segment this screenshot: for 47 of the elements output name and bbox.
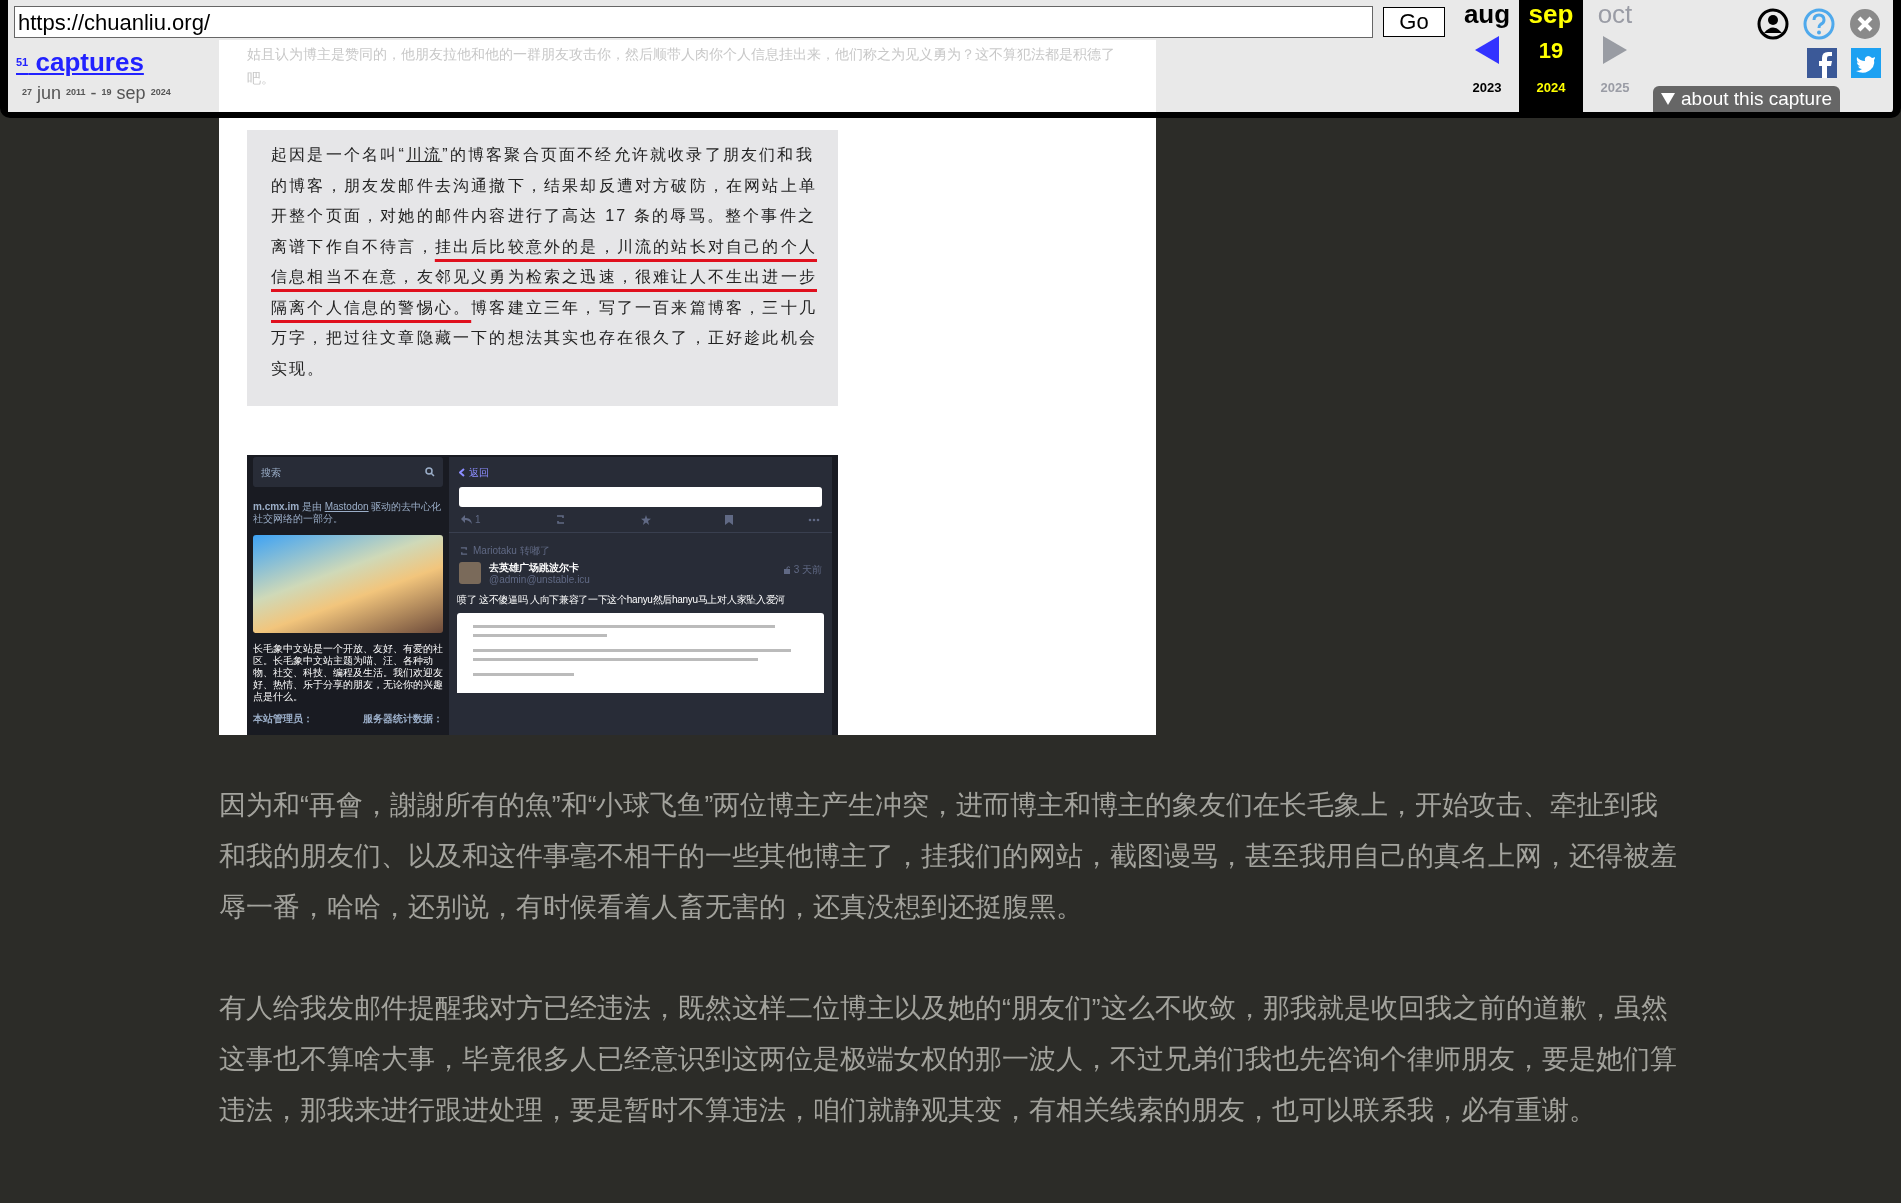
year-label: 2023 [1472,79,1502,97]
month-column[interactable]: aug 2023 [1455,0,1519,112]
link[interactable]: 川流 [405,146,443,163]
go-button[interactable]: Go [1383,7,1445,37]
twitter-icon[interactable] [1851,48,1881,78]
bookmark-icon[interactable] [725,514,734,525]
admin-label: 本站管理员： [253,712,313,726]
month-label: oct [1597,0,1633,28]
reply-icon [461,515,472,524]
user-account-icon[interactable] [1757,8,1789,40]
help-icon[interactable] [1803,8,1835,40]
month-column[interactable]: sep 19 2024 [1519,0,1583,112]
year-label: 2025 [1600,79,1630,97]
search-icon [425,467,435,477]
facebook-icon[interactable] [1807,48,1837,78]
quote-paragraph: 起因是一个名叫“川流”的博客聚合页面不经允许就收录了朋友们和我的博客，朋友发邮件去沟通撤下，结果却反遭对方破防，在网站上单开整个页面，对她的邮件内容进行了高达 17 条的辱骂。整个事件之离谱下作自不待言，挂出后比较意外的是，川流的站长对自己的个人信息相当不在意，友邻见义勇为检索之迅速，很难让人不生出进一步隔离个人信息的警惕心。博客建立三年，写了一百来篇博客，三十几万字，把过往文章隐藏一下的想法其实也存在很久了，正好趁此机会实现。 [271,145,818,379]
caret-down-icon [1661,93,1675,105]
previous-arrow-icon[interactable] [1475,36,1499,64]
stats-label: 服务器统计数据： [363,712,443,726]
back-link[interactable]: 返回 [449,457,832,487]
about-capture-button[interactable]: about this capture [1653,86,1841,112]
more-icon[interactable] [808,517,820,522]
month-label: aug [1463,0,1511,28]
search-field[interactable]: 搜索 [253,457,443,487]
search-placeholder: 搜索 [261,465,281,480]
post-text: 喷了 这不傻逼吗 人向下兼容了一下这个hanyu然后hanyu马上对人家坠入爱河 [456,593,787,607]
day-label: 19 [1538,36,1564,65]
lock-icon [783,565,792,574]
url-field[interactable]: https://chuanliu.org/ [14,6,1373,38]
avatar-placeholder [459,562,481,584]
boosted-by-text: Mariotaku 转嘟了 [473,544,550,558]
boost-icon[interactable] [555,515,567,524]
chevron-left-icon [459,467,465,477]
body-paragraph: 有人给我发邮件提醒我对方已经违法，既然这样二位博主以及她的“朋友们”这么不收敛，那我就是收回我之前的道歉，虽然这事也不算啥大事，毕竟很多人已经意识到这两位是极端女权的那一波人，不过兄弟们我也先咨询个律师朋友，要是她们算违法，那我来进行跟进处理，要是暂时不算违法，咱们就静观其变，有相关线索的朋友，也可以联系我，必有重谢。 [219,992,1678,1127]
post-time: 3 天前 [783,562,822,577]
display-name: 去英雄广场跳波尔卡 [489,562,580,574]
star-icon[interactable] [640,514,651,525]
year-label: 2024 [1536,79,1566,97]
instance-description: 长毛象中文站是一个开放、友好、有爱的社区。长毛象中文站主题为喵、汪、各种动物、社交、科技、编程及生活。我们欢迎友好、热情、乐于分享的朋友，无论你的兴趣点是什么。 [253,643,443,703]
month-label: sep [1528,0,1574,28]
captures-link[interactable]: $^{51}$ captures [16,48,219,76]
body-paragraph: 因为和“再會，謝謝所有的魚”和“小球飞鱼”两位博主产生冲突，进而博主和博主的象友们在长毛象上，开始攻击、牵扯到我和我的朋友们、以及和这件事毫不相干的一些其他博主了，挂我们的网站，截图谩骂，甚至我用自己的真名上网，还得被羞辱一番，哈哈，还别说，有时候看着人畜无害的，还真没想到还挺腹黑。 [219,789,1678,924]
link[interactable]: Mastodon [324,501,369,512]
user-handle: @admin@unstable.icu [489,574,591,586]
boost-icon [459,546,469,555]
close-icon[interactable] [1849,8,1881,40]
instance-about-text: m.cmx.im 是由 Mastodon 驱动的去中心化社交网络的一部分。 [253,501,443,525]
